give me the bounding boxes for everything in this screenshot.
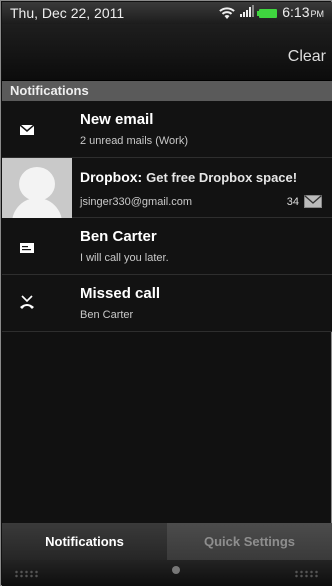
notification-list: New email 2 unread mails (Work) Dropbox:… [2, 101, 332, 332]
notification-panel: Thu, Dec 22, 2011 6:13PM Clear Notificat… [0, 0, 332, 586]
panel-header: Clear [2, 24, 332, 81]
notification-title: New email [80, 111, 154, 128]
status-bar: Thu, Dec 22, 2011 6:13PM [2, 2, 332, 24]
notification-dropbox[interactable]: Dropbox: Get free Dropbox space! jsinger… [2, 158, 332, 218]
signal-icon [240, 4, 255, 22]
notification-missed-call[interactable]: Missed call Ben Carter [2, 275, 332, 332]
grip-right-icon [294, 570, 320, 578]
panel-tabs: Notifications Quick Settings [2, 523, 332, 560]
notification-ben-carter[interactable]: Ben Carter I will call you later. [2, 218, 332, 275]
envelope-icon [16, 119, 38, 141]
notification-subtitle: I will call you later. [80, 252, 169, 264]
message-icon [16, 237, 38, 259]
notification-subtitle: jsinger330@gmail.com [80, 196, 193, 208]
notification-title: Dropbox: Get free Dropbox space! [80, 169, 298, 185]
notification-subtitle: Ben Carter [80, 309, 134, 321]
panel-drag-handle[interactable] [2, 560, 332, 586]
mail-icon [304, 195, 322, 208]
status-clock: 6:13PM [282, 4, 324, 20]
missed-call-icon [16, 291, 38, 313]
wifi-icon [219, 6, 236, 20]
status-icons: 6:13PM [219, 4, 324, 22]
tab-quick-settings[interactable]: Quick Settings [167, 523, 332, 560]
notification-new-email[interactable]: New email 2 unread mails (Work) [2, 101, 332, 158]
notification-title: Missed call [80, 285, 161, 302]
clear-button[interactable]: Clear [286, 46, 328, 68]
avatar [2, 158, 72, 218]
unread-count: 34 [286, 196, 299, 208]
notification-subtitle: 2 unread mails (Work) [80, 135, 188, 147]
notification-title: Ben Carter [80, 228, 157, 245]
status-date: Thu, Dec 22, 2011 [10, 5, 125, 21]
battery-icon [257, 8, 278, 18]
grip-left-icon [14, 570, 40, 578]
handle-knob-icon [172, 566, 180, 574]
tab-notifications[interactable]: Notifications [2, 523, 167, 560]
section-label: Notifications [2, 81, 332, 101]
